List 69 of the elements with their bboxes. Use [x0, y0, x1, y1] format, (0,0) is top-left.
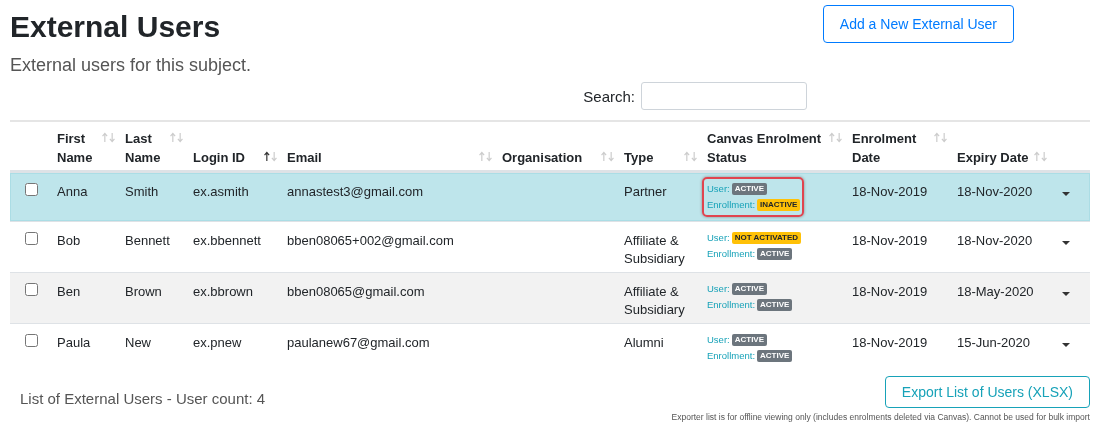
column-header[interactable]: Organisation: [502, 148, 583, 167]
table-cell-text: 18-Nov-2019: [851, 283, 929, 301]
table-cell-text: ex.asmith: [192, 183, 250, 201]
status-label: User:: [707, 333, 730, 347]
caret-icon[interactable]: [1062, 292, 1070, 296]
sort-icon[interactable]: [263, 151, 278, 162]
row-checkbox[interactable]: [25, 183, 38, 196]
export-note: Exporter list is for offline viewing only (includes enrolments deleted via Canvas). Cannot be used for bulk import: [671, 412, 1090, 422]
status-label: User:: [707, 182, 730, 196]
table-cell-text: bben08065+002@gmail.com: [286, 232, 455, 250]
table-cell-text: Anna: [56, 183, 89, 201]
table-cell-text: ex.bbrown: [192, 283, 254, 301]
table-cell-text: 18-Nov-2019: [851, 183, 929, 201]
column-header[interactable]: Type: [624, 148, 654, 167]
table-cell-text: Smith: [124, 183, 160, 201]
status-badge: NOT ACTIVATED: [731, 232, 802, 244]
page-subtitle: External users for this subject.: [10, 55, 252, 76]
table-cell-text: Ben: [56, 283, 82, 301]
table-cell-text: Alumni: [623, 334, 665, 352]
table-cell-text: ex.bbennett: [192, 232, 262, 250]
status-label: Enrollment:: [707, 247, 756, 261]
caret-icon[interactable]: [1062, 192, 1070, 196]
table-cell-text: 15-Jun-2020: [956, 334, 1031, 352]
status-label: Enrollment:: [707, 298, 756, 312]
status-label: Enrollment:: [707, 349, 756, 363]
status-badge: ACTIVE: [731, 283, 768, 295]
table-cell-text: Partner: [623, 183, 668, 201]
page-title: External Users: [10, 9, 222, 45]
status-badge: ACTIVE: [731, 334, 768, 346]
search-label: Search:: [583, 87, 635, 105]
status-badge: ACTIVE: [731, 183, 768, 195]
table-cell-text: paulanew67@gmail.com: [286, 334, 431, 352]
table-cell-text: Brown: [124, 283, 163, 301]
column-header[interactable]: Email: [287, 148, 322, 167]
add-user-button[interactable]: Add a New External User: [822, 5, 1014, 43]
status-badge: ACTIVE: [757, 299, 793, 311]
table-cell-text: New: [124, 334, 152, 352]
user-count: List of External Users - User count: 4: [20, 390, 266, 407]
column-header[interactable]: Login ID: [193, 148, 245, 167]
table-cell-text: 18-May-2020: [956, 283, 1035, 301]
column-header[interactable]: Expiry Date: [957, 148, 1029, 167]
status-badge: ACTIVE: [757, 248, 793, 260]
row-checkbox[interactable]: [25, 334, 38, 347]
table-cell-text: 18-Nov-2019: [851, 232, 929, 250]
table-cell-text: 18-Nov-2020: [956, 232, 1034, 250]
status-badge: ACTIVE: [757, 350, 793, 362]
column-header[interactable]: Enrolment Date: [852, 129, 933, 167]
caret-icon[interactable]: [1062, 343, 1070, 347]
table-cell-text: bben08065@gmail.com: [286, 283, 426, 301]
column-header[interactable]: Canvas Enrolment Status: [707, 129, 828, 167]
table-cell-text: Paula: [56, 334, 92, 352]
status-badge: INACTIVE: [757, 199, 801, 211]
table-cell-text: ex.pnew: [192, 334, 243, 352]
table-cell-text: Affiliate & Subsidiary: [623, 283, 686, 319]
table-cell-text: Affiliate & Subsidiary: [623, 232, 686, 268]
table-cell-text: 18-Nov-2019: [851, 334, 929, 352]
column-header[interactable]: First Name: [57, 129, 101, 167]
status-label: Enrollment:: [707, 198, 756, 212]
row-checkbox[interactable]: [25, 232, 38, 245]
table-cell-text: Bennett: [124, 232, 171, 250]
search-field[interactable]: [641, 82, 807, 110]
status-label: User:: [707, 282, 730, 296]
caret-icon[interactable]: [1062, 241, 1070, 245]
column-header[interactable]: Last Name: [125, 129, 169, 167]
status-label: User:: [707, 231, 730, 245]
table-cell-text: Bob: [56, 232, 82, 250]
table-cell-text: annastest3@gmail.com: [286, 183, 425, 201]
row-checkbox[interactable]: [25, 283, 38, 296]
table-cell-text: 18-Nov-2020: [956, 183, 1034, 201]
